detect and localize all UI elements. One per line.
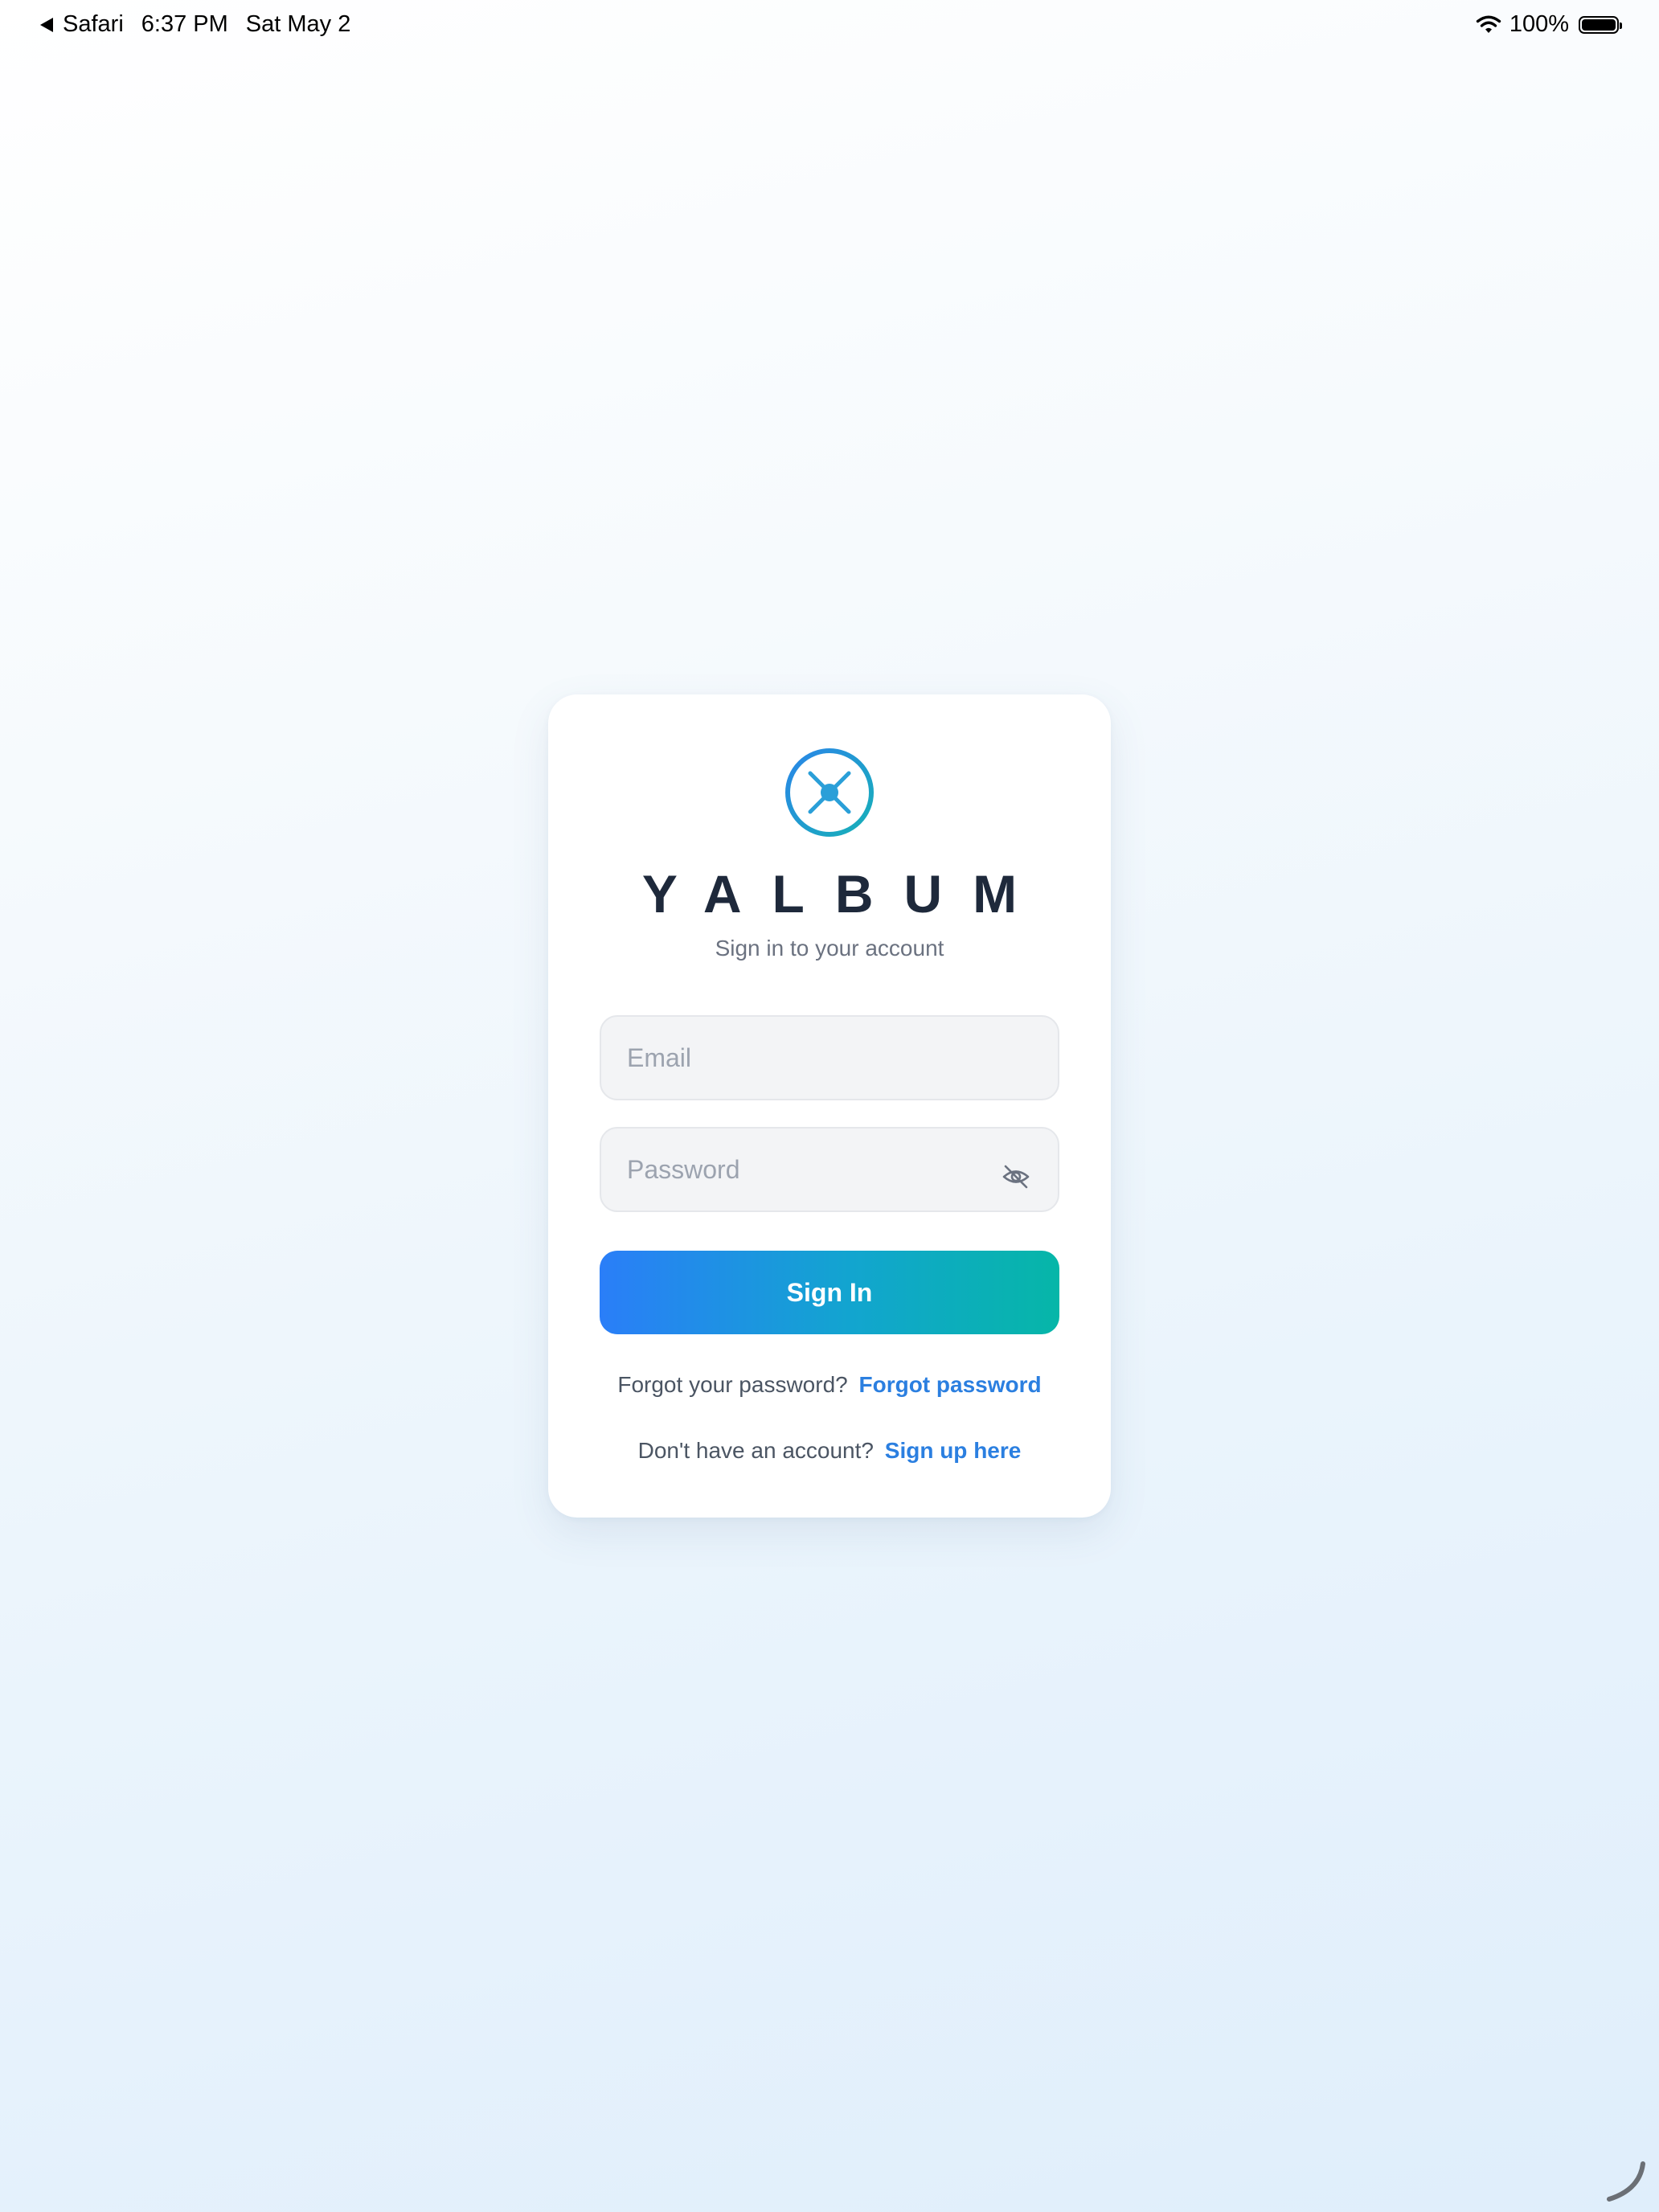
login-subtitle: Sign in to your account (715, 936, 944, 961)
status-bar: Safari 6:37 PM Sat May 2 100% (0, 0, 1659, 51)
forgot-password-row: Forgot your password? Forgot password (548, 1372, 1111, 1398)
password-field-container[interactable] (600, 1127, 1059, 1212)
status-bar-left[interactable]: Safari 6:37 PM Sat May 2 (40, 11, 350, 38)
battery-percent: 100% (1509, 11, 1569, 37)
signup-prompt: Don't have an account? (637, 1438, 874, 1463)
signup-link[interactable]: Sign up here (885, 1438, 1022, 1463)
forgot-password-link[interactable]: Forgot password (859, 1372, 1042, 1397)
compass-x-logo-icon (785, 748, 874, 837)
password-input[interactable] (601, 1129, 1058, 1210)
eye-off-icon[interactable] (1002, 1164, 1030, 1190)
corner-scroll-indicator-icon (1607, 2161, 1645, 2202)
status-time: 6:37 PM (141, 11, 228, 37)
brand-title: YALBUM (641, 864, 1048, 924)
back-app-label[interactable]: Safari (63, 11, 124, 38)
back-arrow-icon[interactable] (40, 17, 53, 32)
battery-level-fill (1582, 18, 1616, 31)
wifi-icon (1476, 15, 1501, 33)
forgot-password-prompt: Forgot your password? (617, 1372, 848, 1397)
signup-row: Don't have an account? Sign up here (548, 1438, 1111, 1464)
sign-in-button[interactable]: Sign In (600, 1251, 1059, 1334)
battery-icon (1579, 15, 1622, 34)
email-field-container[interactable] (600, 1015, 1059, 1100)
email-input[interactable] (601, 1017, 1058, 1099)
status-bar-right: 100% (1476, 11, 1622, 38)
status-date: Sat May 2 (245, 11, 351, 37)
login-card: YALBUM Sign in to your account Sign In F… (548, 694, 1111, 1518)
